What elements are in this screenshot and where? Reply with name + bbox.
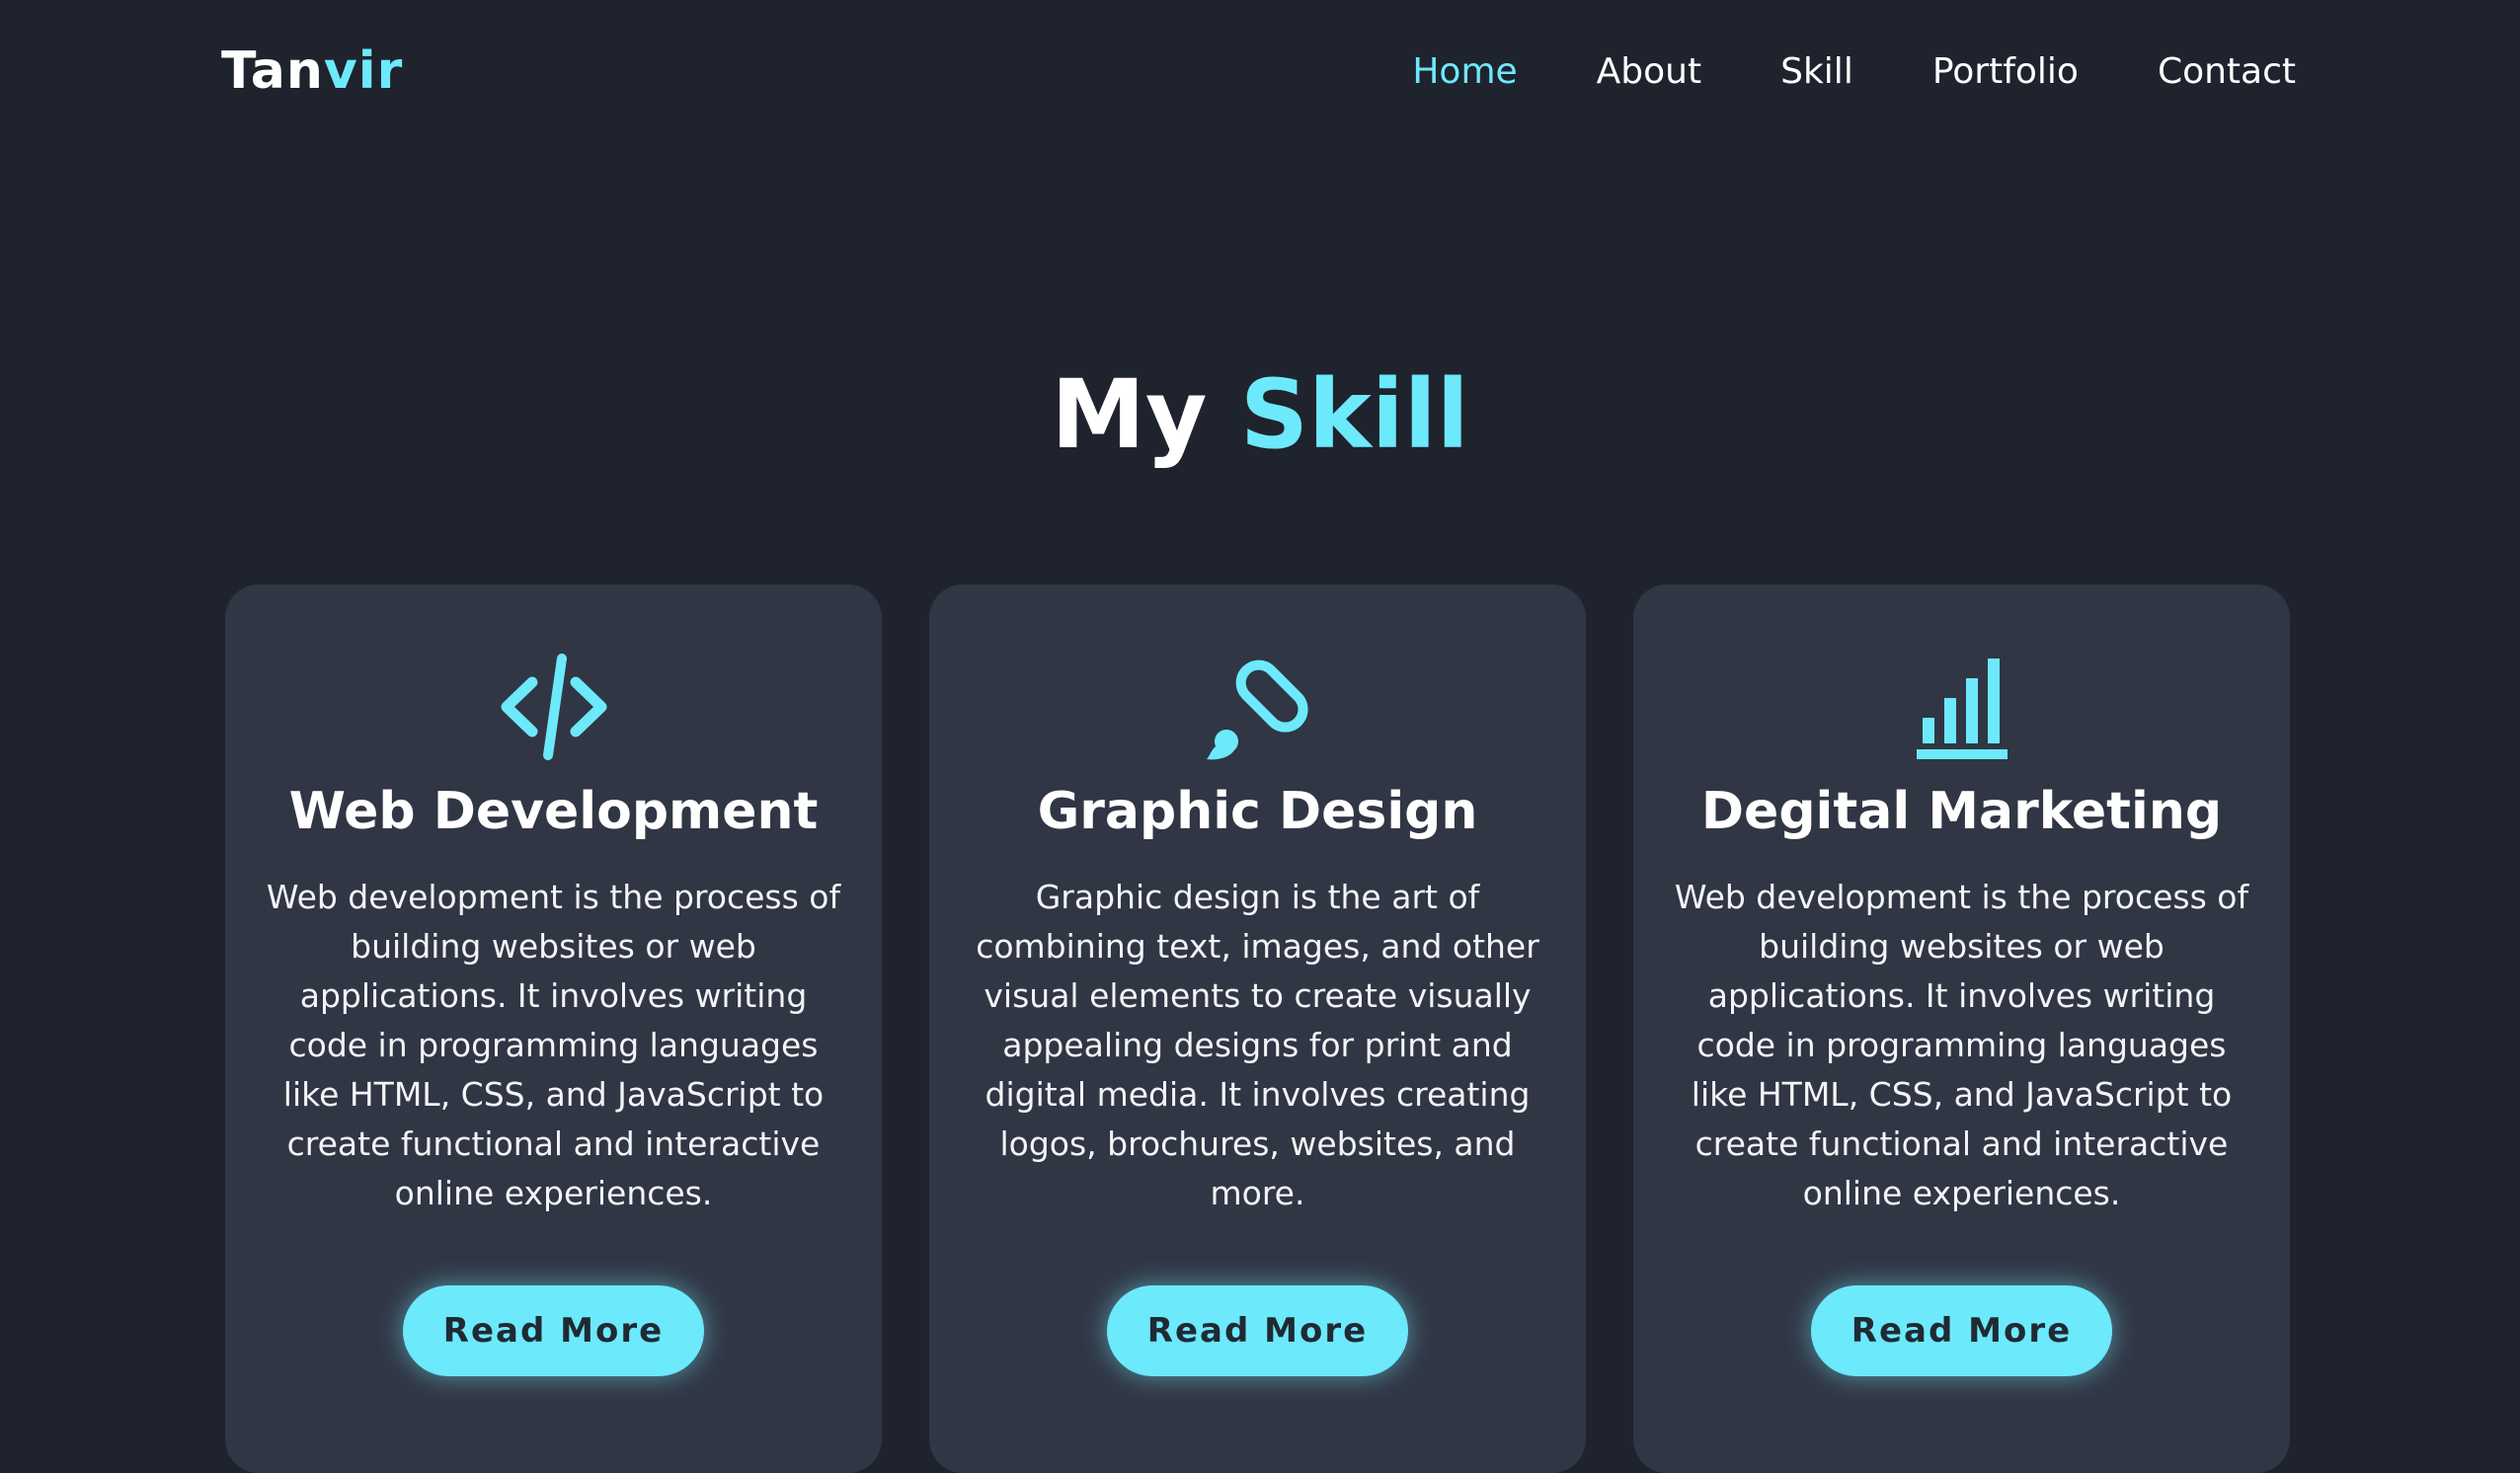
bar-chart-icon (1633, 648, 2290, 766)
card-title: Graphic Design (1037, 782, 1478, 841)
logo-text-primary: Tan (221, 41, 324, 101)
card-description: Web development is the process of buildi… (1674, 878, 2249, 1212)
card-title: Degital Marketing (1700, 782, 2223, 841)
section-title-primary: My (1051, 359, 1208, 470)
paintbrush-icon (929, 648, 1586, 766)
card-description: Web development is the process of buildi… (266, 878, 841, 1212)
logo-text-accent: vir (323, 41, 404, 101)
skill-card-graphic-design: Graphic Design Graphic design is the art… (929, 584, 1586, 1473)
read-more-button[interactable]: Read More (403, 1285, 704, 1376)
read-more-button[interactable]: Read More (1811, 1285, 2112, 1376)
nav-item-contact[interactable]: Contact (2158, 47, 2296, 97)
logo[interactable]: Tanvir (221, 39, 403, 103)
nav-item-home[interactable]: Home (1412, 47, 1517, 97)
main-nav: Home About Skill Portfolio Contact (1333, 47, 2296, 97)
skill-cards: Web Development Web development is the p… (225, 584, 2290, 1473)
nav-item-about[interactable]: About (1597, 47, 1701, 97)
section-title-accent: Skill (1239, 359, 1469, 470)
nav-item-portfolio[interactable]: Portfolio (1932, 47, 2079, 97)
site-header: Tanvir Home About Skill Portfolio Contac… (0, 0, 2520, 148)
skill-card-digital-marketing: Degital Marketing Web development is the… (1633, 584, 2290, 1473)
card-description: Graphic design is the art of combining t… (976, 878, 1539, 1212)
read-more-button[interactable]: Read More (1107, 1285, 1408, 1376)
code-icon (225, 648, 882, 766)
skill-card-web-development: Web Development Web development is the p… (225, 584, 882, 1473)
nav-item-skill[interactable]: Skill (1780, 47, 1853, 97)
card-title: Web Development (288, 782, 819, 841)
section-title: My Skill (0, 355, 2520, 474)
